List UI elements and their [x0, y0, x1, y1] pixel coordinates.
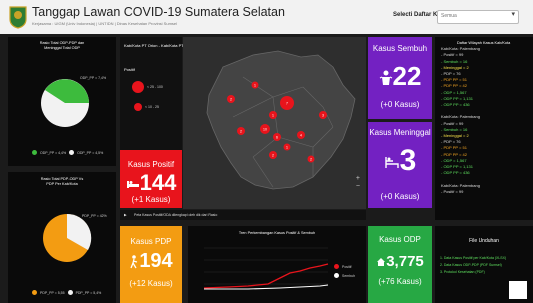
file-panel: File Unduhan 1. Data Kasus Positif per K…: [435, 226, 533, 303]
kasus-positif-value: 144: [120, 170, 182, 196]
ratio-odp-panel: Rasio Total ODP-PDP dan Meninggal Total …: [8, 37, 116, 166]
person-recovered-icon: [379, 70, 392, 86]
map-legend-item-1: < 25 - 100: [132, 81, 163, 93]
home-icon: [377, 258, 386, 267]
select-value: Semua: [441, 13, 457, 19]
qr-code-icon: [509, 281, 527, 299]
map-legend-sub: Positif: [124, 67, 135, 72]
map-marker-label: 10: [263, 128, 267, 132]
map-marker-label: 6: [276, 136, 278, 140]
ratio-pdp-label: PDP_PP = 42%: [82, 214, 107, 218]
page-title: Tanggap Lawan COVID-19 Sumatera Selatan: [32, 5, 285, 19]
map-legend-panel: Kab/Kota PT Orion - Kab/Kota PT Positif …: [120, 37, 184, 150]
map-marker-label: 4: [300, 134, 302, 138]
map-caption: Peta Kasus Positif/ODA dilengkapi oleh d…: [134, 213, 218, 217]
kabkota-select[interactable]: Semua ▾: [437, 10, 519, 24]
map-marker-label: 2: [230, 98, 232, 102]
kasus-positif-title: Kasus Positif: [127, 160, 175, 169]
map-marker-label: 1: [272, 114, 274, 118]
map-caption-bar: ▶ Peta Kasus Positif/ODA dilengkapi oleh…: [120, 210, 366, 220]
chevron-down-icon: ▾: [511, 11, 515, 18]
sumsel-logo-icon: [9, 6, 27, 29]
map-panel[interactable]: 2 1 7 1 2 10 6 4 1 2 3 2 + −: [183, 37, 366, 209]
ratio-pdp-pie: [43, 213, 92, 262]
file-panel-title: File Unduhan: [469, 238, 499, 244]
kasus-odp-title: Kasus ODP: [379, 235, 421, 244]
zoom-out-icon[interactable]: −: [356, 183, 360, 190]
kasus-sembuh-delta: (+0 Kasus): [380, 100, 420, 109]
bed-icon: [126, 181, 139, 189]
kasus-sembuh-title: Kasus Sembuh: [372, 44, 428, 53]
trend-legend-sembuh: Sembuh: [334, 273, 355, 278]
map-legend-title: Kab/Kota PT Orion - Kab/Kota PT: [124, 43, 184, 48]
kasus-odp-value: 3,775: [368, 253, 432, 270]
walking-person-icon: [130, 254, 138, 269]
file-link[interactable]: 2. Data Kasus ODP-PDP (PDF Sumsel): [440, 263, 502, 267]
ratio-pdp-panel: Rasio Total PDP-ODP Vs PDP Per Kab/Kota …: [8, 172, 116, 303]
kasus-odp-delta: (+76 Kasus): [378, 277, 422, 286]
list-item: - Positif = 99: [441, 188, 464, 194]
kasus-meninggal-value: 3: [368, 144, 432, 178]
map-marker-label: 2: [272, 154, 274, 158]
kasus-sembuh-value: 22: [368, 61, 432, 92]
ratio-odp-title-1: Rasio Total ODP-PDP dan: [39, 41, 85, 45]
file-link[interactable]: 3. Protokol Kesehatan (PDF): [440, 270, 485, 274]
ratio-pdp-title-2: PDP Per Kab/Kota: [46, 182, 78, 186]
zoom-in-icon[interactable]: +: [356, 175, 360, 182]
kasus-positif-delta: (+1 Kasus): [131, 195, 171, 204]
trend-panel: Tren Perkembangan Kasus Positif & Sembuh…: [188, 226, 366, 303]
province-outline: [206, 50, 356, 190]
kasus-meninggal-title: Kasus Meninggal: [369, 128, 431, 137]
trend-legend-positif: Positif: [334, 264, 352, 269]
kasus-pdp-title: Kasus PDP: [130, 237, 172, 246]
kasus-pdp-delta: (+12 Kasus): [129, 279, 173, 288]
kasus-meninggal-delta: (+0 Kasus): [380, 192, 420, 201]
kasus-pdp-value: 194: [120, 250, 182, 273]
map-marker-label: 3: [322, 114, 324, 118]
map-marker-label: 1: [254, 84, 256, 88]
kasus-odp-card: Kasus ODP 3,775 (+76 Kasus): [368, 226, 432, 303]
ratio-odp-title-2: Meninggal Total ODP: [44, 46, 80, 50]
ratio-odp-legend: ODP_PP = 4,4% ODP_PP = 4,5%: [32, 150, 103, 155]
map-marker-label: 1: [286, 146, 288, 150]
kasus-meninggal-card: Kasus Meninggal 3 (+0 Kasus): [368, 122, 432, 208]
map-marker-label: 7: [286, 102, 288, 106]
ratio-pdp-title-1: Rasio Total PDP-ODP Vs: [40, 177, 84, 181]
file-link[interactable]: 1. Data Kasus Positif per Kab/Kota (XLSX…: [440, 256, 506, 260]
play-icon[interactable]: ▶: [124, 213, 127, 217]
bed-icon: [384, 157, 399, 169]
ratio-pdp-legend: PDP_PP = 5,55 PDP_PP = 5,4%: [32, 290, 101, 295]
sumsel-map: 2 1 7 1 2 10 6 4 1 2 3 2: [206, 50, 356, 190]
ratio-odp-pie: [41, 79, 89, 127]
map-marker-label: 2: [240, 130, 242, 134]
map-marker-label: 2: [310, 158, 312, 162]
page-subtitle: Kerjasama : UIGM (Univ Indonesia) | UNTI…: [32, 21, 178, 26]
kasus-positif-card: Kasus Positif 144 (+1 Kasus): [120, 150, 182, 208]
kasus-sembuh-card: Kasus Sembuh 22 (+0 Kasus): [368, 37, 432, 119]
ratio-odp-label: ODP_PP = 7,4%: [80, 76, 107, 80]
map-legend-item-2: < 10 - 25: [134, 103, 159, 111]
header-bar: Tanggap Lawan COVID-19 Sumatera Selatan …: [0, 0, 533, 34]
kabkota-list: Daftar Wilayah Kasus Kab/Kota Kab/Kota: …: [441, 40, 533, 195]
series-positif-line: [203, 263, 329, 289]
kasus-pdp-card: Kasus PDP 194 (+12 Kasus): [120, 226, 182, 303]
